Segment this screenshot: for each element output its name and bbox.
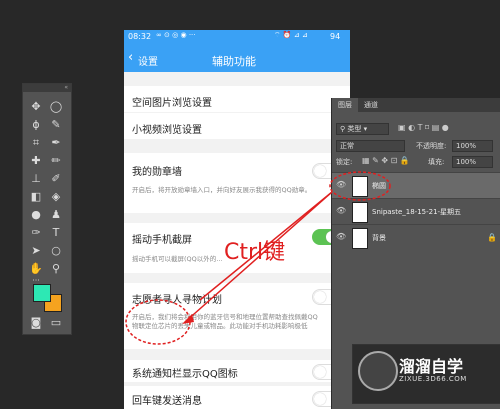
fill-field[interactable]: 100%	[452, 156, 493, 168]
layer-thumbnail	[352, 202, 368, 223]
brush-tool-icon[interactable]: ✏	[49, 154, 63, 168]
tab-layers[interactable]: 图层	[332, 98, 358, 112]
tools-panel: « ✥ ◯ ϕ ✎ ⌗ ✒ ✚ ✏ ⊥ ✐ ◧ ◈ ● ♟ ✑ T ➤ ○ ✋ …	[22, 83, 72, 335]
fill-label: 填充:	[428, 158, 445, 166]
page-title: 辅助功能	[212, 55, 256, 68]
settings-row[interactable]: 小视频浏览设置	[124, 113, 350, 139]
row-title: 系统通知栏显示QQ图标	[132, 369, 238, 380]
lock-label: 锁定:	[336, 158, 353, 166]
eye-icon[interactable]: 👁	[336, 180, 346, 190]
row-description: 开启后，将开放勋章墙入口，并向好友展示我获得的QQ勋章。	[132, 186, 312, 194]
row-title: 摇动手机截屏	[132, 235, 192, 246]
row-title: 空间图片浏览设置	[132, 98, 212, 109]
healing-tool-icon[interactable]: ✚	[29, 154, 43, 168]
lock-icons[interactable]: ▦ ✎ ✥ ⊡ 🔒	[362, 156, 410, 165]
layer-thumbnail	[352, 176, 368, 197]
type-tool-icon[interactable]: T	[49, 226, 63, 240]
pen-tool-icon[interactable]: ✑	[29, 226, 43, 240]
signal-icons: ⌔ ⏰ ⊿ ⊿	[274, 31, 308, 39]
status-bar: 08:32 ∞ ⊙ ◎ ◉ ··· ⌔ ⏰ ⊿ ⊿ 94	[124, 30, 350, 44]
settings-row[interactable]: 空间图片浏览设置	[124, 86, 350, 112]
row-title: 小视频浏览设置	[132, 125, 202, 136]
opacity-field[interactable]: 100%	[452, 140, 493, 152]
crop-tool-icon[interactable]: ⌗	[29, 136, 43, 150]
filter-icons[interactable]: ▣ ◐ T ⌑ ▤ ●	[398, 123, 449, 132]
lasso-tool-icon[interactable]: ϕ	[29, 118, 43, 132]
panel-tabs: 图层 通道	[332, 98, 500, 112]
blend-mode-value: 正常	[340, 142, 354, 150]
layer-name: 背景	[372, 234, 386, 242]
row-title: 志愿者寻人寻物计划	[132, 295, 222, 306]
layer-row-selected[interactable]: 👁 椭圆	[332, 172, 500, 199]
screen-mode-icon[interactable]: ▭	[49, 316, 63, 330]
watermark-logo-icon	[358, 351, 398, 391]
back-arrow-icon[interactable]: ‹	[128, 50, 133, 65]
marquee-tool-icon[interactable]: ◯	[49, 100, 63, 114]
fill-value: 100%	[456, 158, 477, 166]
row-description: 开启后，我们将会利用你的蓝牙信号和地理位置帮助查找佩戴QQ物联定位芯片的丢失儿童…	[132, 313, 318, 330]
quick-select-tool-icon[interactable]: ✎	[49, 118, 63, 132]
layer-thumbnail	[352, 228, 368, 249]
layer-name: 椭圆	[372, 182, 386, 190]
lock-icon: 🔒	[487, 233, 497, 242]
status-time: 08:32	[128, 32, 152, 41]
blur-tool-icon[interactable]: ●	[29, 208, 43, 222]
eye-icon[interactable]: 👁	[336, 206, 346, 216]
move-tool-icon[interactable]: ✥	[29, 100, 43, 114]
battery-level: 94	[330, 32, 341, 41]
shape-tool-icon[interactable]: ○	[49, 244, 63, 258]
settings-row: 回车键发送消息	[124, 386, 350, 409]
panel-collapse-icon[interactable]: «	[23, 84, 71, 92]
eyedropper-tool-icon[interactable]: ✒	[49, 136, 63, 150]
watermark: 溜溜自学 ZIXUE.3D66.COM	[352, 344, 500, 404]
stamp-tool-icon[interactable]: ⊥	[29, 172, 43, 186]
status-icons: ∞ ⊙ ◎ ◉ ···	[156, 31, 196, 39]
settings-row: 系统通知栏显示QQ图标	[124, 360, 350, 382]
settings-row: 我的勋章墙 开启后，将开放勋章墙入口，并向好友展示我获得的QQ勋章。	[124, 153, 350, 213]
watermark-title: 溜溜自学	[399, 357, 464, 376]
search-icon: ⚲	[340, 125, 346, 133]
layer-kind-filter[interactable]: ⚲ 类型 ▾	[336, 123, 389, 135]
dodge-tool-icon[interactable]: ♟	[49, 208, 63, 222]
row-title: 我的勋章墙	[132, 167, 182, 178]
annotation-label: Ctrl键	[224, 240, 286, 265]
back-button[interactable]: 设置	[138, 53, 158, 68]
watermark-url: ZIXUE.3D66.COM	[399, 375, 467, 383]
zoom-tool-icon[interactable]: ⚲	[49, 262, 63, 276]
path-select-icon[interactable]: ➤	[29, 244, 43, 258]
layer-name: Snipaste_18-15-21-星期五	[372, 208, 462, 216]
layer-row[interactable]: 👁 Snipaste_18-15-21-星期五	[332, 198, 500, 225]
quick-mask-icon[interactable]: ◙	[29, 316, 43, 330]
settings-row: 志愿者寻人寻物计划 开启后，我们将会利用你的蓝牙信号和地理位置帮助查找佩戴QQ物…	[124, 283, 350, 349]
nav-bar: ‹ 设置 辅助功能	[124, 44, 350, 72]
opacity-label: 不透明度:	[416, 142, 447, 150]
history-brush-icon[interactable]: ✐	[49, 172, 63, 186]
paint-bucket-icon[interactable]: ◈	[49, 190, 63, 204]
opacity-value: 100%	[456, 142, 477, 150]
tab-channels[interactable]: 通道	[358, 98, 384, 112]
kind-label: 类型	[347, 125, 362, 133]
eye-icon[interactable]: 👁	[336, 232, 346, 242]
row-title: 回车键发送消息	[132, 396, 202, 407]
blend-mode-select[interactable]: 正常	[336, 140, 405, 152]
layer-row[interactable]: 👁 背景 🔒	[332, 224, 500, 251]
eraser-tool-icon[interactable]: ◧	[29, 190, 43, 204]
foreground-color-swatch[interactable]	[33, 284, 51, 302]
phone-screenshot: 08:32 ∞ ⊙ ◎ ◉ ··· ⌔ ⏰ ⊿ ⊿ 94 ‹ 设置 辅助功能 空…	[124, 30, 350, 409]
